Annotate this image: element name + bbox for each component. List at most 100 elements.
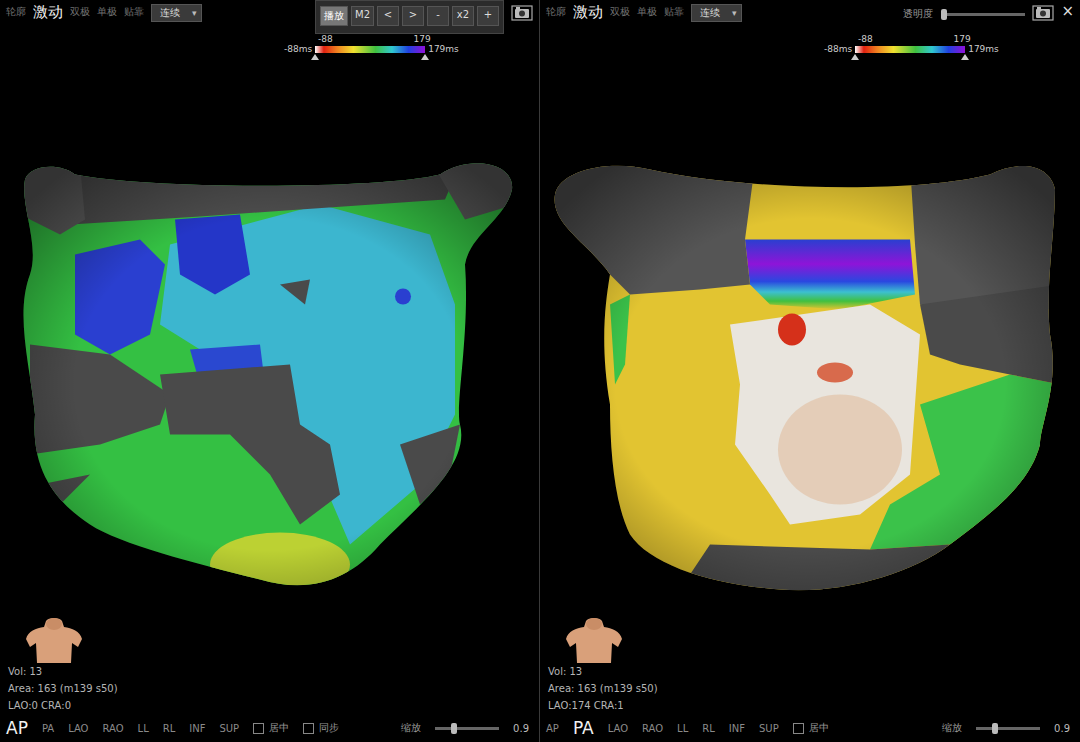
mapping-screen: 轮廓激动双极单极贴靠连续▾播放M2<>-x2+-88179-88ms179msV…: [0, 0, 1080, 742]
torso-orientation-icon: [564, 617, 624, 663]
map-view-panel: 轮廓激动双极单极贴靠连续▾播放M2<>-x2+-88179-88ms179msV…: [0, 0, 540, 742]
view-button[interactable]: RAO: [102, 723, 123, 734]
torso-orientation-icon: [24, 617, 84, 663]
zoom-reading: 0.9: [513, 723, 529, 734]
info-line: LAO:0 CRA:0: [8, 697, 71, 714]
color-scale: -88 179 -88ms 179ms: [540, 34, 1080, 62]
top-bar: 轮廓激动双极单极贴靠 连续 ▾ 播放M2<>-x2+: [0, 0, 539, 34]
map-mode-tab[interactable]: 轮廓: [546, 3, 566, 21]
scale-gradient-bar: [315, 46, 425, 53]
toolbar-button[interactable]: >: [402, 6, 424, 26]
scale-max-top: 179: [414, 34, 431, 44]
info-line: Area: 163 (m139 s50): [548, 680, 658, 697]
dropdown-value: 连续: [160, 6, 180, 20]
color-scale: -88179-88ms179ms: [0, 34, 539, 62]
zoom-label: 缩放: [942, 721, 962, 735]
camera-icon[interactable]: [511, 5, 533, 21]
checkbox-box[interactable]: [253, 723, 264, 734]
checkbox-box[interactable]: [793, 723, 804, 734]
toolbar-button[interactable]: -: [427, 6, 449, 26]
view-button[interactable]: RL: [702, 723, 715, 734]
info-line: Vol: 13: [548, 663, 582, 680]
toolbar-button[interactable]: <: [377, 6, 399, 26]
checkbox[interactable]: 同步: [303, 721, 339, 735]
top-bar: 轮廓激动双极单极贴靠 连续 ▾ 透明度 ×: [540, 0, 1080, 34]
map-mode-tab[interactable]: 双极: [610, 3, 630, 21]
view-button[interactable]: AP: [546, 723, 559, 734]
scale-min: -88ms: [824, 44, 852, 54]
scale-gradient-bar: [855, 46, 965, 53]
map-mode-tab[interactable]: 单极: [637, 3, 657, 21]
info-line: LAO:174 CRA:1: [548, 697, 624, 714]
view-button[interactable]: LL: [677, 723, 688, 734]
map-mode-tab[interactable]: 贴靠: [124, 3, 144, 21]
view-button[interactable]: AP: [6, 718, 28, 738]
dropdown-arrow-icon: ▾: [192, 8, 197, 18]
view-button[interactable]: RL: [163, 723, 176, 734]
scale-min-top: -88: [858, 34, 873, 44]
slider-knob[interactable]: [941, 9, 947, 20]
close-button[interactable]: ×: [1061, 3, 1074, 19]
scale-max-handle-icon[interactable]: [961, 54, 969, 60]
activation-map[interactable]: [0, 62, 539, 617]
scale-max: 179ms: [968, 44, 999, 54]
playback-toolbar: 播放M2<>-x2+: [315, 0, 504, 34]
checkbox-label: 居中: [269, 721, 289, 735]
map-mode-tab[interactable]: 轮廓: [6, 3, 26, 21]
map-mode-tab[interactable]: 贴靠: [664, 3, 684, 21]
map-style-dropdown[interactable]: 连续 ▾: [691, 4, 742, 22]
slider-knob[interactable]: [992, 723, 998, 734]
view-button[interactable]: PA: [42, 723, 54, 734]
view-button[interactable]: INF: [729, 723, 745, 734]
view-button[interactable]: RAO: [642, 723, 663, 734]
map-canvas[interactable]: [0, 62, 539, 617]
scale-top-labels: -88179: [284, 34, 459, 44]
toolbar-button[interactable]: +: [477, 6, 499, 26]
view-button[interactable]: LL: [138, 723, 149, 734]
checkbox-box[interactable]: [303, 723, 314, 734]
scale-min: -88ms: [284, 44, 312, 54]
toolbar-button[interactable]: 播放: [320, 6, 348, 26]
toolbar-button[interactable]: x2: [452, 6, 474, 26]
zoom-slider[interactable]: [435, 727, 499, 730]
checkbox-label: 居中: [809, 721, 829, 735]
info-line: Area: 163 (m139 s50): [8, 680, 118, 697]
map-style-dropdown[interactable]: 连续 ▾: [151, 4, 202, 22]
transparency-label: 透明度: [903, 7, 933, 21]
zoom-label: 缩放: [401, 721, 421, 735]
zoom-slider[interactable]: [976, 727, 1040, 730]
scale-max-top: 179: [954, 34, 971, 44]
map-view-panel: 轮廓激动双极单极贴靠 连续 ▾ 透明度 × -88 179 -88ms 179ms Vol: 13…: [540, 0, 1080, 742]
activation-map[interactable]: [540, 62, 1080, 617]
scale-max-handle-icon[interactable]: [421, 54, 429, 60]
scale-min-handle-icon[interactable]: [851, 54, 859, 60]
checkbox[interactable]: 居中: [253, 721, 289, 735]
zoom-reading: 0.9: [1054, 723, 1070, 734]
slider-knob[interactable]: [451, 723, 457, 734]
view-bar: AP PA LAO RAO LL RL INF SUP 居中 缩放 0.9: [540, 716, 1080, 742]
scale-top-labels: -88 179: [824, 34, 999, 44]
toolbar-button[interactable]: M2: [351, 6, 374, 26]
view-button[interactable]: SUP: [759, 723, 779, 734]
view-button[interactable]: LAO: [608, 723, 628, 734]
map-mode-tab[interactable]: 激动: [33, 3, 63, 21]
map-info: Vol: 13Area: 163 (m139 s50)LAO:174 CRA:1: [540, 617, 1080, 716]
view-button[interactable]: LAO: [68, 723, 88, 734]
map-mode-tab[interactable]: 单极: [97, 3, 117, 21]
view-button[interactable]: INF: [189, 723, 205, 734]
view-bar: AP PA LAO RAO LL RL INF SUP 居中 同步 缩放 0.9: [0, 716, 539, 742]
map-mode-tab[interactable]: 激动: [573, 3, 603, 21]
checkbox-label: 同步: [319, 721, 339, 735]
scale-min-handle-icon[interactable]: [311, 54, 319, 60]
transparency-control: 透明度: [903, 7, 1025, 21]
map-canvas[interactable]: [540, 62, 1080, 617]
map-info: Vol: 13Area: 163 (m139 s50)LAO:0 CRA:0: [0, 617, 539, 716]
checkbox[interactable]: 居中: [793, 721, 829, 735]
dropdown-value: 连续: [700, 6, 720, 20]
dropdown-arrow-icon: ▾: [732, 8, 737, 18]
view-button[interactable]: SUP: [219, 723, 239, 734]
transparency-slider[interactable]: [941, 13, 1025, 16]
camera-icon[interactable]: [1032, 5, 1054, 21]
map-mode-tab[interactable]: 双极: [70, 3, 90, 21]
view-button[interactable]: PA: [573, 718, 594, 738]
